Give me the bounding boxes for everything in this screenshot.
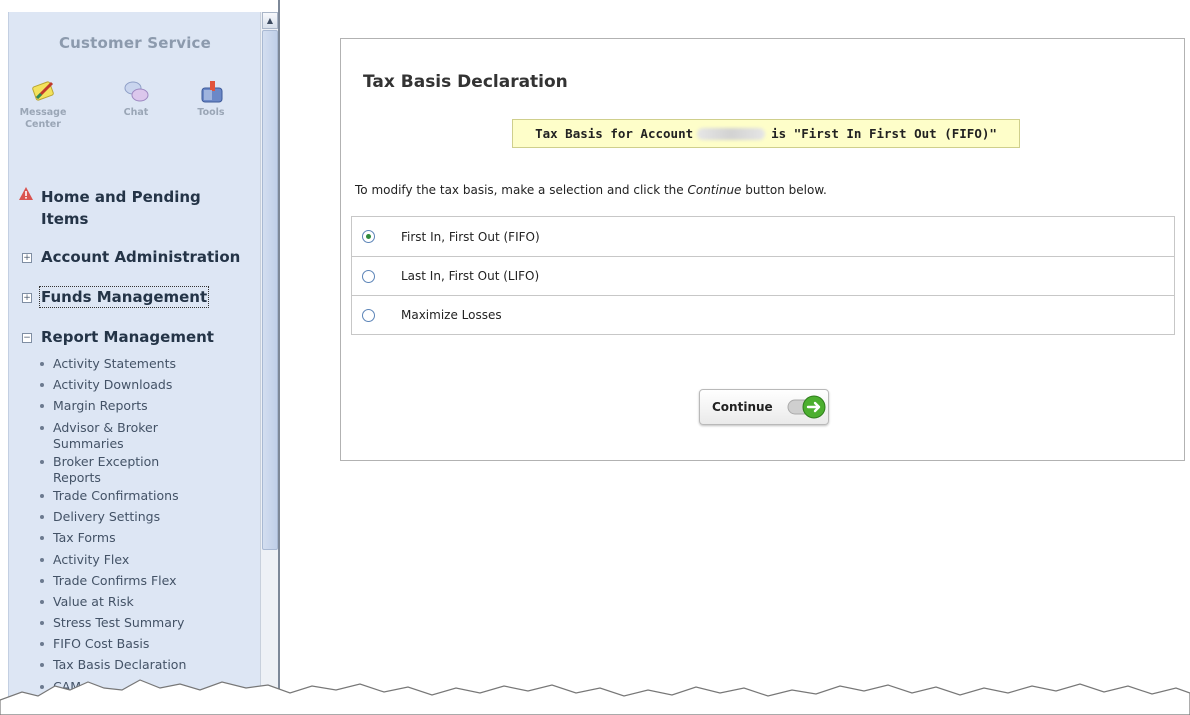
continue-button-label: Continue [712,400,773,414]
collapse-icon[interactable]: − [22,333,32,343]
option-maximize-losses-label: Maximize Losses [401,308,502,322]
option-fifo-label: First In, First Out (FIFO) [401,229,540,244]
sidebar-scrollbar[interactable]: ▲ [260,12,278,715]
report-item-broker-exception-reports[interactable]: Broker Exception Reports [37,454,187,486]
radio-lifo[interactable] [362,269,375,283]
message-center-label-2: Center [25,119,61,130]
option-fifo[interactable]: First In, First Out (FIFO) [352,217,1174,256]
scroll-up-arrow-icon[interactable]: ▲ [262,12,278,29]
message-center-icon [32,81,54,101]
chat-icon [124,81,149,102]
nav-report-management[interactable]: − Report Management [19,328,214,346]
nav-account-administration-label: Account Administration [41,248,241,266]
report-item-stress-test-summary[interactable]: Stress Test Summary [37,615,252,631]
nav-report-management-label: Report Management [41,328,214,346]
instruction-text: To modify the tax basis, make a selectio… [355,183,827,197]
nav-home-pending[interactable]: Home and Pending Items [19,186,201,230]
warning-icon [19,187,33,200]
tools-button[interactable]: Tools [179,78,243,118]
option-lifo[interactable]: Last In, First Out (LIFO) [352,256,1174,295]
torn-edge-decoration [0,679,1190,715]
option-maximize-losses[interactable]: Maximize Losses [352,295,1174,334]
instruction-suffix: button below. [741,183,827,197]
redacted-account-number [697,127,766,140]
nav-home-pending-label: Home and Pending Items [41,186,201,230]
notice-prefix: Tax Basis for Account [535,126,694,141]
sidebar: Customer Service Message Center Chat Too… [8,12,260,715]
expand-icon[interactable]: + [22,293,32,303]
message-center-label-1: Message [19,107,67,118]
instruction-continue-ref: Continue [687,183,742,197]
pane-divider [278,0,280,715]
nav-funds-management[interactable]: + Funds Management [19,286,210,308]
report-item-delivery-settings[interactable]: Delivery Settings [37,509,252,525]
tax-basis-panel: Tax Basis Declaration Tax Basis for Acco… [340,38,1185,461]
instruction-prefix: To modify the tax basis, make a selectio… [355,183,688,197]
report-item-activity-downloads[interactable]: Activity Downloads [37,377,252,393]
notice-suffix: is "First In First Out (FIFO)" [771,126,997,141]
report-item-tax-forms[interactable]: Tax Forms [37,530,252,546]
report-item-fifo-cost-basis[interactable]: FIFO Cost Basis [37,636,252,652]
message-center-button[interactable]: Message Center [11,78,75,130]
report-item-trade-confirmations[interactable]: Trade Confirmations [37,488,252,504]
tools-label: Tools [197,107,225,118]
tax-basis-notice: Tax Basis for Account is "First In First … [512,119,1020,148]
radio-fifo[interactable] [362,230,375,243]
nav-funds-management-label: Funds Management [38,286,210,308]
report-item-margin-reports[interactable]: Margin Reports [37,398,252,414]
report-item-activity-flex[interactable]: Activity Flex [37,552,252,568]
scroll-thumb[interactable] [262,30,278,550]
nav-home-line1: Home and Pending [41,188,201,206]
tools-icon [201,81,223,103]
report-item-value-at-risk[interactable]: Value at Risk [37,594,252,610]
option-lifo-label: Last In, First Out (LIFO) [401,269,540,283]
expand-icon[interactable]: + [22,253,32,263]
nav-home-line2: Items [41,210,89,228]
tax-basis-options: First In, First Out (FIFO) Last In, Firs… [351,216,1175,335]
page-title: Tax Basis Declaration [363,72,568,92]
report-management-list: Activity Statements Activity Downloads M… [37,356,252,700]
radio-maximize-losses[interactable] [362,308,375,322]
chat-button[interactable]: Chat [104,78,168,118]
report-item-trade-confirms-flex[interactable]: Trade Confirms Flex [37,573,252,589]
nav-account-administration[interactable]: + Account Administration [19,248,240,266]
report-item-advisor-broker-summaries[interactable]: Advisor & Broker Summaries [37,420,187,452]
customer-service-title: Customer Service [58,34,212,52]
report-item-activity-statements[interactable]: Activity Statements [37,356,252,372]
continue-arrow-icon [787,395,826,419]
chat-label: Chat [123,107,149,118]
continue-button[interactable]: Continue [699,389,829,425]
